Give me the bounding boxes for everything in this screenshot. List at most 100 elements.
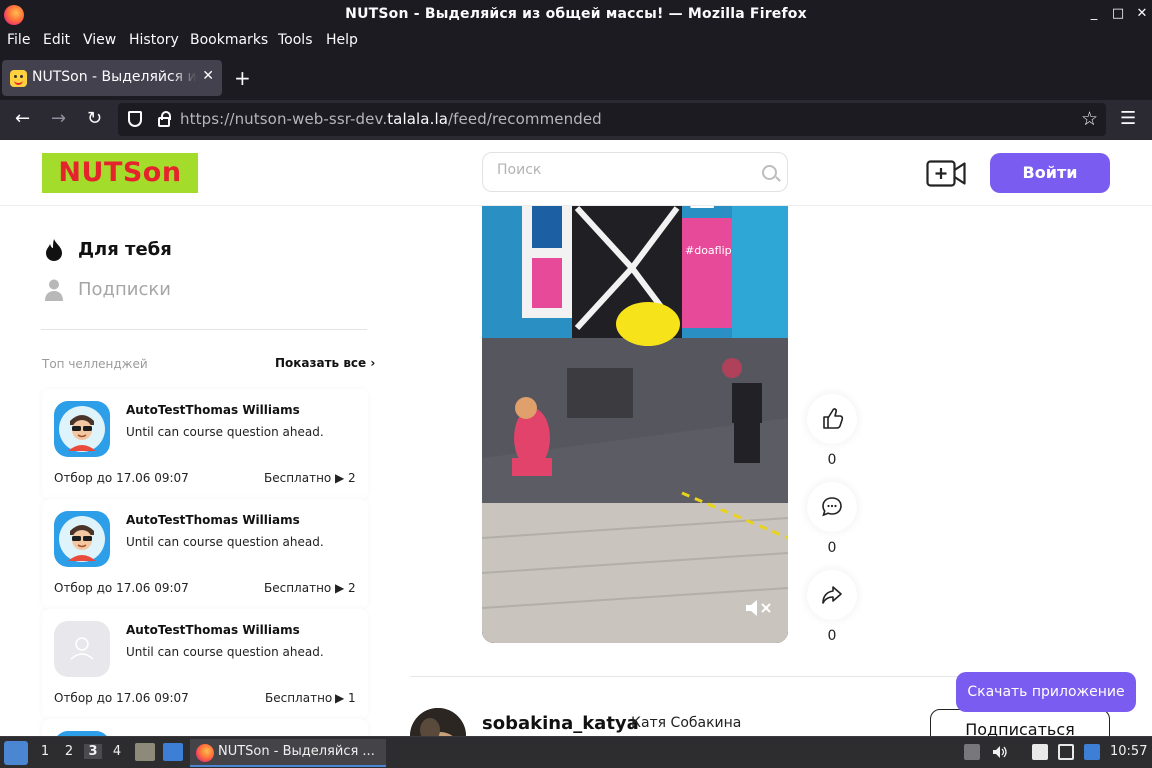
challenge-author: AutoTestThomas Williams — [126, 513, 300, 527]
tracking-protection-icon[interactable] — [128, 111, 142, 127]
challenge-video-count: ▶ 2 — [335, 471, 356, 485]
challenge-author: AutoTestThomas Williams — [126, 403, 300, 417]
search-input[interactable] — [497, 162, 747, 178]
taskbar-firefox-window[interactable]: NUTSon - Выделяйся ... — [190, 739, 386, 767]
network-icon[interactable] — [1058, 744, 1074, 760]
challenge-avatar — [54, 511, 110, 567]
os-taskbar: 1 2 3 4 NUTSon - Выделяйся ... 10:57 — [0, 736, 1152, 768]
workspace-3[interactable]: 3 — [84, 744, 102, 759]
share-button[interactable] — [807, 570, 857, 620]
volume-icon[interactable] — [992, 744, 1008, 760]
download-app-button[interactable]: Скачать приложение — [956, 672, 1136, 712]
challenge-price: Бесплатно — [264, 471, 332, 485]
menu-file[interactable]: File — [7, 32, 30, 48]
minimize-button[interactable]: _ — [1086, 6, 1102, 21]
show-all-link[interactable]: Показать все › — [275, 356, 375, 370]
new-tab-button[interactable]: + — [234, 66, 251, 90]
web-page: NUTSon Войти Для тебя Подписки Топ челле… — [0, 140, 1152, 736]
nutson-favicon-icon — [10, 70, 27, 87]
challenge-price: Бесплатно — [264, 581, 332, 595]
menu-tools[interactable]: Tools — [278, 32, 313, 48]
video-player[interactable]: #doaflip 2 — [482, 188, 788, 643]
challenge-card[interactable] — [42, 719, 368, 736]
forward-button[interactable]: → — [51, 108, 66, 129]
menu-history[interactable]: History — [129, 32, 179, 48]
challenge-video-count: ▶ 2 — [335, 581, 356, 595]
window-title: NUTSon - Выделяйся из общей массы! — Moz… — [345, 6, 807, 22]
taskbar-window-title: NUTSon - Выделяйся ... — [218, 744, 375, 759]
challenge-video-count: ▶ 1 — [335, 691, 356, 705]
top-challenges-title: Топ челленджей — [42, 357, 148, 371]
login-button[interactable]: Войти — [990, 153, 1110, 193]
comment-icon — [822, 497, 842, 517]
author-avatar[interactable] — [410, 708, 466, 736]
challenge-deadline: Отбор до 17.06 09:07 — [54, 691, 189, 705]
flame-icon — [46, 239, 62, 261]
nav-for-you-label: Для тебя — [78, 239, 172, 260]
challenge-avatar-placeholder — [54, 621, 110, 677]
person-icon — [45, 279, 63, 301]
cartoon-avatar-icon — [59, 516, 105, 562]
url-bar[interactable]: https://nutson-web-ssr-dev.talala.la/fee… — [118, 103, 1106, 136]
lock-icon[interactable] — [158, 111, 171, 127]
user-placeholder-icon — [70, 637, 94, 660]
firefox-icon — [196, 744, 214, 762]
file-manager-icon[interactable] — [135, 743, 155, 761]
url-text[interactable]: https://nutson-web-ssr-dev.talala.la/fee… — [180, 110, 602, 128]
navigation-bar: ← → ↻ https://nutson-web-ssr-dev.talala.… — [0, 100, 1152, 140]
start-menu-icon[interactable] — [4, 741, 28, 765]
workspace-4[interactable]: 4 — [108, 744, 126, 759]
challenge-description: Until can course question ahead. — [126, 535, 324, 549]
comments-count: 0 — [827, 540, 837, 556]
challenge-avatar — [54, 401, 110, 457]
show-desktop-icon[interactable] — [163, 743, 183, 761]
app-menu-button[interactable]: ☰ — [1120, 108, 1136, 129]
tab-title: NUTSon - Выделяйся из общей массы! — [32, 69, 197, 85]
workspace-1[interactable]: 1 — [36, 744, 54, 759]
upload-video-icon[interactable] — [926, 160, 966, 187]
cartoon-avatar-icon — [59, 406, 105, 452]
challenge-description: Until can course question ahead. — [126, 425, 324, 439]
tab-close-button[interactable]: ✕ — [202, 68, 214, 84]
like-button[interactable] — [807, 394, 857, 444]
site-header: NUTSon Войти — [0, 140, 1152, 206]
reload-button[interactable]: ↻ — [87, 108, 102, 129]
challenge-card[interactable]: AutoTestThomas Williams Until can course… — [42, 499, 368, 609]
menu-help[interactable]: Help — [326, 32, 358, 48]
maximize-button[interactable]: □ — [1110, 6, 1126, 21]
author-photo — [410, 708, 466, 736]
clipboard-icon[interactable] — [1032, 744, 1048, 760]
back-button[interactable]: ← — [15, 108, 30, 129]
sidebar-divider — [41, 329, 367, 330]
post-fullname: Катя Собакина — [631, 715, 742, 731]
window-titlebar: NUTSon - Выделяйся из общей массы! — Moz… — [0, 0, 1152, 30]
menu-view[interactable]: View — [83, 32, 116, 48]
nav-subscriptions-label: Подписки — [78, 279, 171, 300]
notification-icon[interactable] — [1084, 744, 1100, 760]
menu-bookmarks[interactable]: Bookmarks — [190, 32, 268, 48]
post-username[interactable]: sobakina_katya — [482, 713, 639, 734]
shares-count: 0 — [827, 628, 837, 644]
mute-icon[interactable] — [744, 598, 774, 618]
close-window-button[interactable]: ✕ — [1134, 6, 1150, 21]
nutson-logo[interactable]: NUTSon — [42, 153, 198, 193]
challenge-deadline: Отбор до 17.06 09:07 — [54, 581, 189, 595]
search-icon[interactable] — [762, 165, 777, 180]
bookmark-star-icon[interactable]: ☆ — [1081, 108, 1098, 130]
challenge-author: AutoTestThomas Williams — [126, 623, 300, 637]
tab-nutson[interactable]: NUTSon - Выделяйся из общей массы! ✕ — [2, 60, 222, 96]
challenge-card[interactable]: AutoTestThomas Williams Until can course… — [42, 389, 368, 499]
menu-edit[interactable]: Edit — [43, 32, 70, 48]
tab-bar: NUTSon - Выделяйся из общей массы! ✕ + — [0, 52, 1152, 100]
tray-scroll-icon[interactable] — [964, 744, 980, 760]
subscribe-button[interactable]: Подписаться — [930, 709, 1110, 736]
video-frame: #doaflip 2 — [482, 188, 788, 643]
comment-button[interactable] — [807, 482, 857, 532]
workspace-2[interactable]: 2 — [60, 744, 78, 759]
clock: 10:57 — [1110, 744, 1148, 759]
video-overlay-text: #doaflip — [685, 244, 732, 257]
search-box[interactable] — [482, 152, 788, 192]
challenge-card[interactable]: AutoTestThomas Williams Until can course… — [42, 609, 368, 719]
challenge-description: Until can course question ahead. — [126, 645, 324, 659]
challenge-price: Бесплатно — [265, 691, 333, 705]
